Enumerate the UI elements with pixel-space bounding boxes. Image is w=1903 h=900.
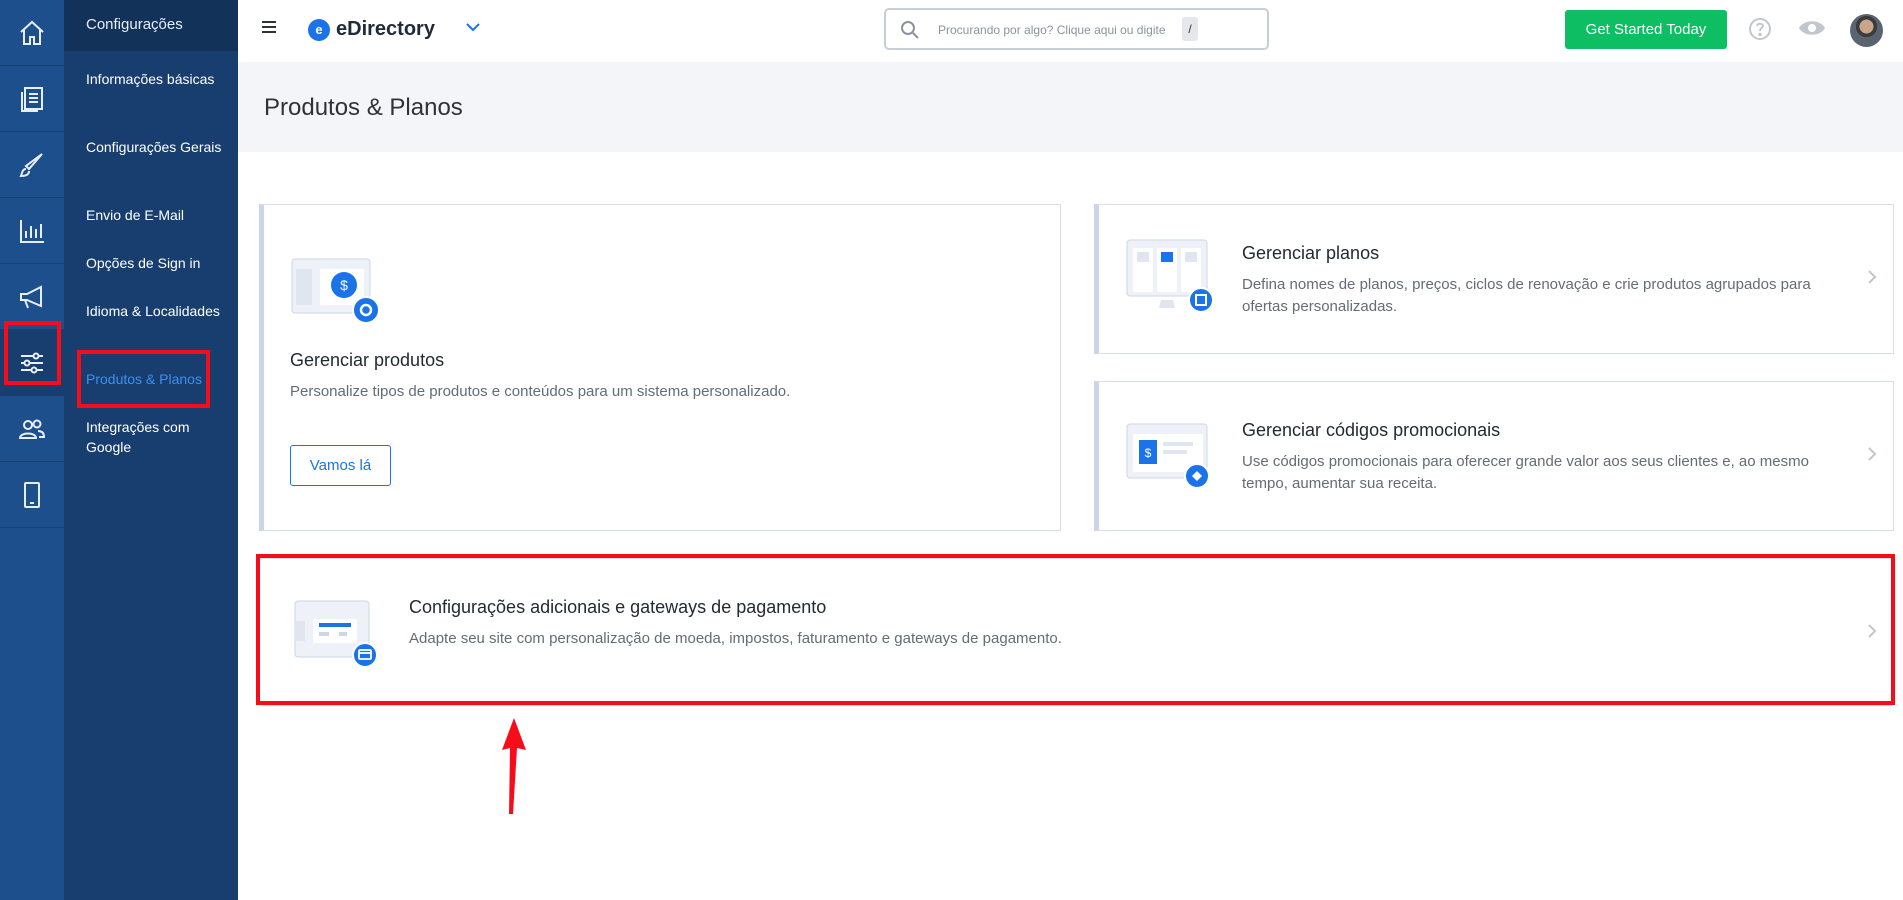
menu-icon[interactable] (262, 21, 276, 35)
nav-design[interactable] (0, 132, 64, 198)
svg-text:$: $ (340, 277, 348, 293)
users-icon (18, 419, 46, 439)
card-description: Personalize tipos de produtos e conteúdo… (290, 383, 791, 400)
brand-name: eDirectory (336, 18, 435, 40)
get-started-button[interactable]: Get Started Today (1565, 10, 1727, 49)
card-description: Defina nomes de planos, preços, ciclos d… (1242, 276, 1811, 315)
chevron-down-icon[interactable] (466, 22, 480, 32)
nav-users[interactable] (0, 396, 64, 462)
card-manage-products: $ Gerenciar produtos Personalize tipos d… (259, 204, 1061, 531)
go-button[interactable]: Vamos lá (290, 445, 391, 486)
products-illustration: $ (291, 258, 380, 324)
settings-nav-item-sign-in[interactable]: Opções de Sign in (86, 253, 234, 273)
top-bar: e eDirectory Procurando por algo? Clique… (238, 0, 1903, 62)
icon-sidebar (0, 0, 64, 900)
nav-home[interactable] (0, 0, 64, 66)
search-input[interactable]: Procurando por algo? Clique aqui ou digi… (884, 8, 1269, 50)
brush-icon (19, 152, 43, 177)
nav-mobile[interactable] (0, 462, 64, 528)
nav-reports[interactable] (0, 198, 64, 264)
annotation-box-settings-icon (4, 321, 61, 385)
eye-icon[interactable] (1798, 18, 1826, 38)
settings-nav-item-google[interactable]: Integrações com Google (86, 417, 234, 457)
pages-icon (21, 86, 43, 112)
settings-nav-item-language[interactable]: Idioma & Localidades (86, 301, 234, 321)
chart-icon (20, 219, 44, 243)
page-title: Produtos & Planos (264, 94, 463, 121)
annotation-arrow (502, 718, 526, 814)
card-title: Gerenciar códigos promocionais (1242, 420, 1501, 440)
chevron-right-icon (1868, 447, 1877, 461)
promo-illustration: $ (1126, 423, 1210, 489)
annotation-box-products-plans (77, 350, 210, 408)
annotation-box-payment-gateways (256, 554, 1895, 705)
settings-nav-item-basic-info[interactable]: Informações básicas (86, 69, 234, 89)
chevron-right-icon (1868, 270, 1877, 284)
card-manage-plans[interactable]: Gerenciar planos Defina nomes de planos,… (1094, 204, 1894, 354)
home-icon (20, 20, 44, 45)
settings-nav-item-email[interactable]: Envio de E-Mail (86, 205, 234, 225)
svg-text:$: $ (1145, 446, 1152, 460)
plans-illustration (1126, 239, 1214, 313)
card-manage-promo-codes[interactable]: $ Gerenciar códigos promocionais Use cód… (1094, 381, 1894, 531)
search-icon (901, 21, 919, 39)
mobile-icon (24, 481, 40, 508)
avatar[interactable] (1850, 14, 1883, 47)
page-header: Produtos & Planos (238, 62, 1903, 152)
card-description: Use códigos promocionais para oferecer g… (1242, 453, 1809, 492)
search-placeholder: Procurando por algo? Clique aqui ou digi… (938, 23, 1166, 37)
card-title: Gerenciar planos (1242, 243, 1380, 263)
card-title: Gerenciar produtos (290, 350, 445, 370)
search-shortcut: / (1182, 17, 1198, 41)
megaphone-icon (20, 284, 42, 308)
settings-nav-title: Configurações (64, 0, 238, 51)
brand-mark: e (308, 18, 330, 41)
nav-pages[interactable] (0, 66, 64, 132)
settings-nav: Configurações Informações básicas Config… (64, 0, 238, 900)
help-icon[interactable] (1748, 17, 1772, 41)
brand-logo[interactable]: e eDirectory (308, 18, 435, 41)
settings-nav-item-general[interactable]: Configurações Gerais (86, 137, 234, 157)
